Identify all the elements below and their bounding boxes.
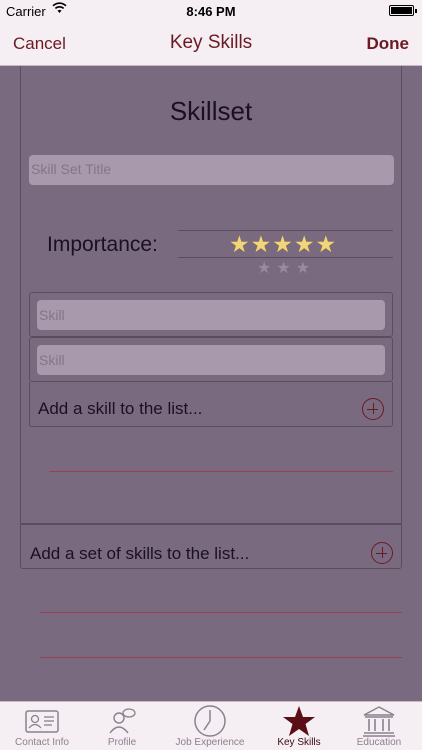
add-skillset-plus-icon[interactable]: [371, 542, 393, 564]
skillset-title: Skillset: [169, 96, 253, 126]
star-icon[interactable]: ★: [229, 231, 251, 257]
tab-bar: Contact Info Profile Job Experience Key …: [0, 701, 422, 750]
tab-key-skills[interactable]: Key Skills: [257, 702, 341, 750]
battery-icon: [389, 5, 417, 16]
skill-input[interactable]: Skill: [37, 345, 385, 375]
divider: [40, 657, 402, 658]
institution-icon: [337, 704, 421, 738]
tab-label: Profile: [107, 737, 137, 748]
star-icon[interactable]: ★: [251, 231, 273, 257]
add-skill-row[interactable]: Add a skill to the list...: [29, 382, 393, 427]
navigation-bar: Cancel Key Skills Done: [0, 22, 422, 66]
add-skillset-row[interactable]: Add a set of skills to the list...: [20, 524, 402, 569]
status-bar: Carrier 8:46 PM: [0, 0, 422, 22]
skill-input[interactable]: Skill: [37, 300, 385, 330]
star-icon[interactable]: ★: [272, 231, 294, 257]
tab-profile[interactable]: Profile: [80, 702, 164, 750]
skill-row: Skill: [29, 292, 393, 337]
profile-icon: [80, 704, 164, 738]
tab-education[interactable]: Education: [337, 702, 421, 750]
contact-card-icon: [0, 704, 84, 738]
skill-list: Skill Skill Add a skill to the list...: [29, 292, 393, 427]
tab-label: Education: [356, 737, 402, 748]
clock-time: 8:46 PM: [186, 4, 236, 19]
skillset-card: Skillset Skill Set Title Importance: ★★★…: [20, 66, 402, 524]
tab-label: Key Skills: [277, 737, 321, 748]
divider: [49, 471, 393, 472]
stars-reflection: ★★★: [257, 260, 316, 277]
star-icon: [257, 704, 341, 738]
tab-label: Job Experience: [175, 737, 245, 748]
tab-contact-info[interactable]: Contact Info: [0, 702, 84, 750]
star-icon[interactable]: ★: [294, 231, 316, 257]
clock-icon: [168, 704, 252, 738]
page-title: Key Skills: [169, 32, 253, 53]
star-icon[interactable]: ★: [316, 231, 338, 257]
tab-label: Contact Info: [15, 737, 69, 748]
skillset-title-input[interactable]: Skill Set Title: [29, 155, 394, 185]
done-button[interactable]: Done: [367, 34, 410, 54]
add-skill-plus-icon[interactable]: [362, 398, 384, 420]
add-skillset-label: Add a set of skills to the list...: [30, 544, 250, 563]
importance-rating-stars[interactable]: ★★★★★: [229, 231, 337, 258]
add-skill-label: Add a skill to the list...: [38, 399, 203, 418]
skill-row: Skill: [29, 337, 393, 382]
importance-label: Importance:: [47, 233, 158, 256]
tab-job-experience[interactable]: Job Experience: [168, 702, 252, 750]
divider: [40, 612, 402, 613]
